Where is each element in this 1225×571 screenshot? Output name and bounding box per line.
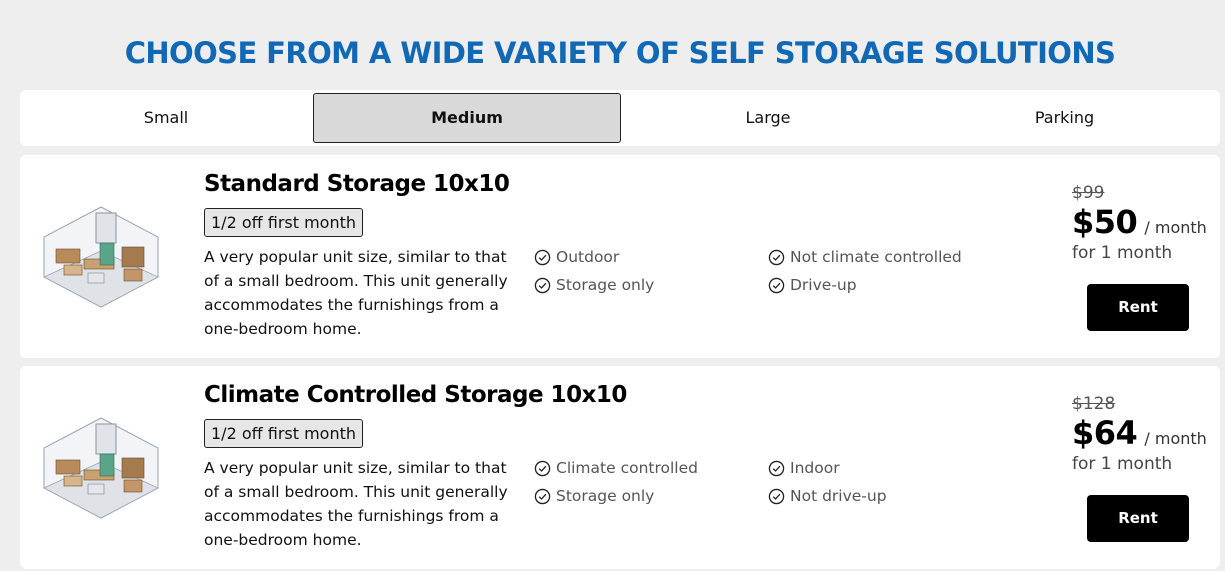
promo-badge: 1/2 off first month — [204, 419, 364, 448]
check-circle-icon — [768, 460, 785, 476]
feature-label: Outdoor — [556, 248, 620, 266]
check-circle-icon — [534, 460, 551, 476]
unit-card-climate: Climate Controlled Storage 10x10 1/2 off… — [20, 366, 1220, 569]
tab-small[interactable]: Small — [20, 93, 312, 143]
unit-description: A very popular unit size, similar to tha… — [204, 248, 508, 338]
feature-item: Outdoor — [534, 248, 619, 266]
size-tabs: Small Medium Large Parking — [20, 90, 1220, 146]
unit-description: A very popular unit size, similar to tha… — [204, 459, 508, 549]
sale-price: $64 — [1072, 414, 1138, 452]
price-duration: for 1 month — [1072, 454, 1173, 474]
tab-parking[interactable]: Parking — [916, 93, 1213, 143]
sale-price: $50 — [1072, 203, 1138, 241]
check-circle-icon — [534, 488, 551, 504]
check-circle-icon — [768, 488, 785, 504]
storage-unit-illustration-icon — [43, 417, 159, 519]
unit-title: Standard Storage 10x10 — [204, 171, 510, 197]
feature-label: Climate controlled — [556, 459, 698, 477]
price-row: $50 / month — [1072, 203, 1207, 241]
check-circle-icon — [534, 249, 551, 265]
unit-card-standard: Standard Storage 10x10 1/2 off first mon… — [20, 155, 1220, 358]
feature-item: Storage only — [534, 276, 654, 294]
page-title: CHOOSE FROM A WIDE VARIETY OF SELF STORA… — [124, 36, 1116, 70]
feature-item: Storage only — [534, 487, 654, 505]
feature-item: Not climate controlled — [768, 248, 962, 266]
feature-label: Drive-up — [790, 276, 857, 294]
feature-item: Drive-up — [768, 276, 857, 294]
feature-item: Not drive-up — [768, 487, 887, 505]
tab-medium[interactable]: Medium — [313, 93, 621, 143]
rent-button[interactable]: Rent — [1087, 284, 1189, 331]
feature-label: Not drive-up — [790, 487, 887, 505]
price-row: $64 / month — [1072, 414, 1207, 452]
unit-title: Climate Controlled Storage 10x10 — [204, 382, 627, 408]
check-circle-icon — [768, 277, 785, 293]
original-price: $99 — [1072, 183, 1105, 203]
check-circle-icon — [534, 277, 551, 293]
original-price: $128 — [1072, 394, 1116, 414]
storage-unit-illustration-icon — [43, 206, 159, 308]
tab-large[interactable]: Large — [620, 93, 916, 143]
feature-label: Not climate controlled — [790, 248, 962, 266]
promo-badge: 1/2 off first month — [204, 208, 364, 237]
rent-button[interactable]: Rent — [1087, 495, 1189, 542]
price-duration: for 1 month — [1072, 243, 1173, 263]
feature-item: Climate controlled — [534, 459, 698, 477]
feature-label: Indoor — [790, 459, 840, 477]
price-period: / month — [1144, 218, 1207, 237]
feature-item: Indoor — [768, 459, 840, 477]
check-circle-icon — [768, 249, 785, 265]
feature-label: Storage only — [556, 276, 655, 294]
feature-label: Storage only — [556, 487, 655, 505]
price-period: / month — [1144, 429, 1207, 448]
